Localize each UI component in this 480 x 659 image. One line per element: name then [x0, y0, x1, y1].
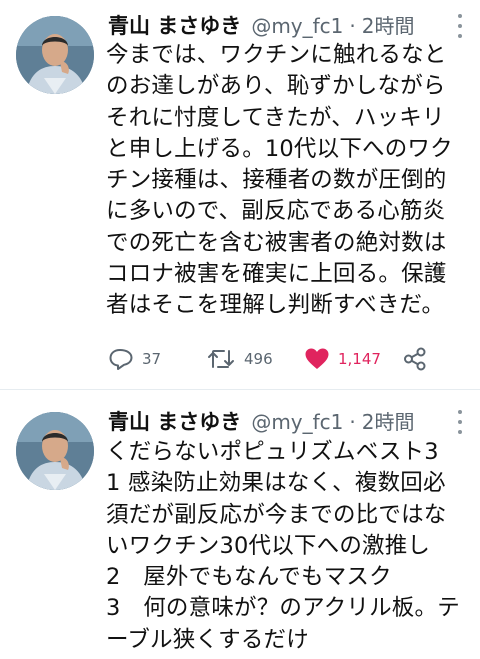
retweet-icon [208, 350, 234, 368]
text-line: コロナ被害を確実に上回る。保護 [106, 261, 447, 288]
separator-dot: · [349, 410, 356, 434]
tweet-header: 青山 まさゆき @my_fc1 · 2時間 [108, 406, 470, 436]
text-line: 今までは、ワクチンに触れるなと [106, 42, 447, 68]
author-name[interactable]: 青山 まさゆき [108, 10, 241, 40]
text-line: 1 感染防止効果はなく、複数回必 [106, 470, 446, 497]
reply-count: 37 [142, 350, 162, 368]
author-handle[interactable]: @my_fc1 [251, 410, 343, 434]
text-line: チン接種は、接種者の数が圧倒的 [106, 167, 447, 194]
text-line: 3 何の意味が？のアクリル板。テ [106, 595, 460, 622]
avatar[interactable] [16, 16, 94, 94]
tweet-header: 青山 まさゆき @my_fc1 · 2時間 [108, 10, 470, 40]
text-line: 者はそこを理解し判断すべきだ。 [106, 292, 445, 319]
author-handle[interactable]: @my_fc1 [251, 14, 343, 38]
text-line: と申し上げる。10代以下へのワク [106, 135, 453, 162]
separator-dot: · [349, 14, 356, 38]
timestamp[interactable]: 2時間 [362, 10, 415, 39]
text-line: 須だが副反応が今までの比ではな [106, 501, 447, 528]
heart-icon [305, 348, 329, 369]
tweet-actions: 37 496 1,147 [108, 343, 448, 375]
text-line: での死亡を含む被害者の絶対数は [106, 229, 447, 256]
like-button[interactable]: 1,147 [304, 343, 381, 375]
like-count: 1,147 [338, 350, 381, 368]
share-icon [404, 347, 426, 371]
timestamp[interactable]: 2時間 [362, 406, 415, 435]
reply-button[interactable]: 37 [108, 343, 161, 375]
more-icon[interactable] [448, 14, 472, 38]
share-button[interactable] [402, 343, 428, 375]
reply-icon [109, 349, 133, 370]
text-line: ーブル狭くするだけ [106, 626, 309, 653]
tweet-text: くだらないポピュリズムベスト3 1 感染防止効果はなく、複数回必 須だが副反応が… [106, 437, 474, 656]
retweet-button[interactable]: 496 [206, 343, 273, 375]
more-icon[interactable] [448, 410, 472, 434]
tweet[interactable]: 青山 まさゆき @my_fc1 · 2時間 くだらないポピュリズムベスト3 1 … [0, 390, 480, 659]
retweet-count: 496 [244, 350, 273, 368]
tweet[interactable]: 青山 まさゆき @my_fc1 · 2時間 今までは、ワクチンに触れるなと のお… [0, 0, 480, 389]
text-line: のお達しがあり、恥ずかしながら [106, 73, 446, 100]
text-line: 2 屋外でもなんでもマスク [106, 564, 392, 591]
text-line: くだらないポピュリズムベスト3 [106, 439, 439, 465]
text-line: それに忖度してきたが、ハッキリ [106, 104, 445, 131]
avatar[interactable] [16, 412, 94, 490]
author-name[interactable]: 青山 まさゆき [108, 406, 241, 436]
tweet-text: 今までは、ワクチンに触れるなと のお達しがあり、恥ずかしながら それに忖度してき… [106, 40, 474, 322]
text-line: いワクチン30代以下への激推し [106, 532, 431, 559]
text-line: に多いので、副反応である心筋炎 [106, 198, 446, 225]
